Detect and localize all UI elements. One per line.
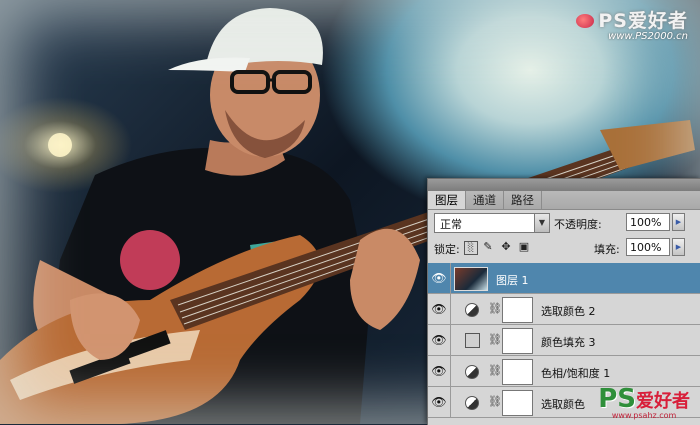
opacity-arrow-icon[interactable]: ▶ [672, 213, 685, 231]
watermark-brand: PS爱好者 [598, 10, 688, 32]
lock-label: 锁定: [434, 243, 460, 256]
layer-mask [502, 390, 533, 416]
opacity-label: 不透明度: [554, 218, 602, 231]
layer-row[interactable]: 👁 ⛓ 色相/饱和度 1 [428, 356, 700, 387]
layer-mask [502, 297, 533, 323]
panel-tabs: 图层 通道 路径 [428, 191, 700, 210]
eye-icon[interactable]: 👁 [428, 294, 451, 324]
watermark-ps: PS [598, 384, 636, 414]
lock-all-icon[interactable]: ▣ [518, 241, 530, 253]
eye-icon[interactable]: 👁 [428, 387, 451, 417]
watermark-top: PS爱好者 www.PS2000.cn [576, 6, 688, 42]
blend-mode-value: 正常 [440, 218, 462, 231]
adjustment-icon [465, 365, 479, 379]
eye-icon[interactable]: 👁 [428, 263, 451, 293]
eye-icon[interactable]: 👁 [428, 325, 451, 355]
layer-mask [502, 359, 533, 385]
link-icon: ⛓ [488, 395, 502, 408]
adjustment-icon [465, 303, 479, 317]
blend-mode-select[interactable]: 正常 ▼ [434, 213, 550, 233]
fill-color-icon [465, 333, 480, 348]
eye-icon[interactable]: 👁 [428, 356, 451, 386]
layer-thumbnail [454, 267, 488, 291]
lock-brush-icon[interactable]: ✎ [482, 241, 494, 253]
tab-layers[interactable]: 图层 [428, 191, 466, 209]
fill-input[interactable]: 100% [626, 238, 670, 256]
layer-name: 选取颜色 [541, 398, 585, 411]
tab-paths[interactable]: 路径 [504, 191, 542, 209]
blend-opacity-row: 正常 ▼ 不透明度: 100% ▶ [432, 212, 697, 234]
fill-arrow-icon[interactable]: ▶ [672, 238, 685, 256]
panel-titlebar[interactable] [428, 179, 700, 191]
tab-channels[interactable]: 通道 [466, 191, 504, 209]
layer-row[interactable]: 👁 ⛓ 选取颜色 2 [428, 294, 700, 325]
link-icon: ⛓ [488, 333, 502, 346]
layer-name: 颜色填充 3 [541, 336, 596, 349]
layer-name: 色相/饱和度 1 [541, 367, 611, 380]
layer-name: 图层 1 [496, 274, 529, 287]
layer-mask [502, 328, 533, 354]
brand-logo-icon [576, 14, 595, 28]
layer-row[interactable]: 👁 ⛓ 颜色填充 3 [428, 325, 700, 356]
layer-name: 选取颜色 2 [541, 305, 596, 318]
link-icon: ⛓ [488, 364, 502, 377]
layer-row[interactable]: 👁 图层 1 [428, 263, 700, 294]
watermark-bottom: PS爱好者 www.psahz.com [598, 386, 690, 420]
lock-transparent-icon[interactable]: ░ [464, 241, 478, 255]
link-icon: ⛓ [488, 302, 502, 315]
lock-move-icon[interactable]: ✥ [500, 241, 512, 253]
chevron-down-icon[interactable]: ▼ [534, 214, 549, 232]
fill-label: 填充: [594, 243, 620, 256]
adjustment-icon [465, 396, 479, 410]
watermark-bottom-url: www.psahz.com [611, 411, 677, 420]
opacity-input[interactable]: 100% [626, 213, 670, 231]
lock-fill-row: 锁定: ░ ✎ ✥ ▣ 填充: 100% ▶ [432, 237, 697, 259]
watermark-cn: 爱好者 [636, 391, 690, 412]
